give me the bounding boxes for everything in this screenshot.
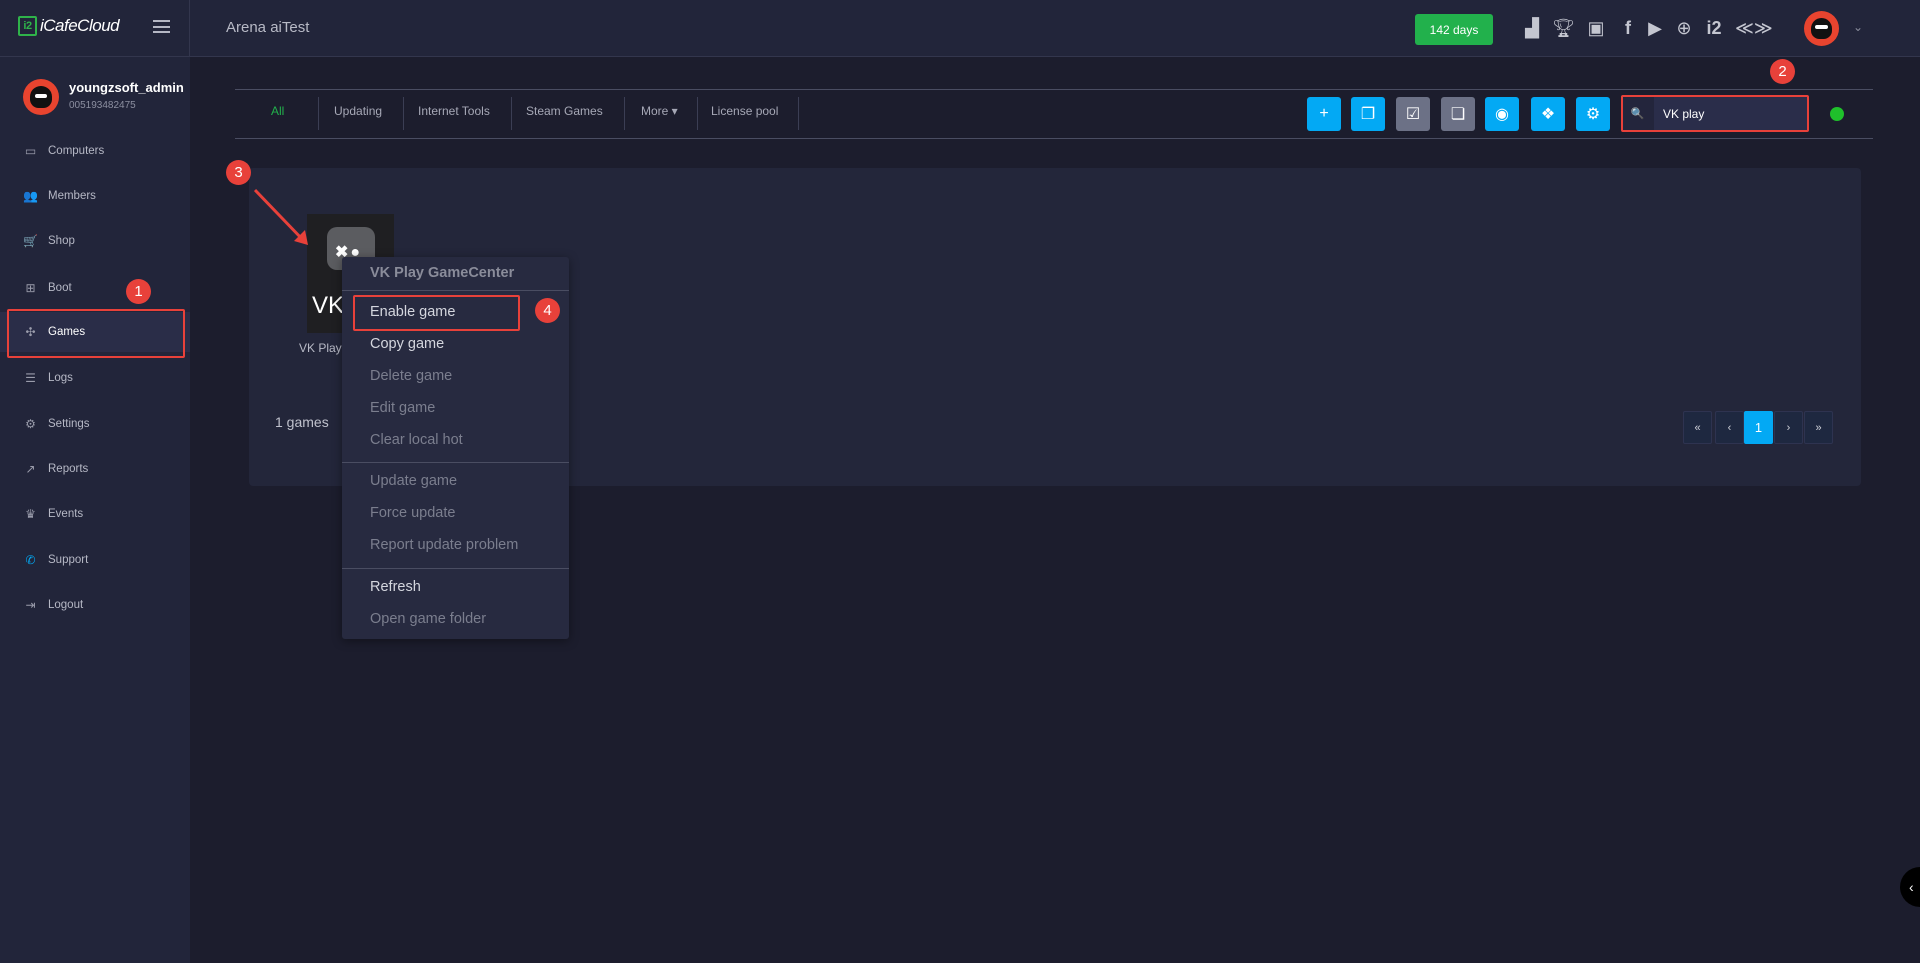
license-days-button[interactable]: 142 days [1415, 14, 1493, 45]
sidebar-item-support[interactable]: ✆ Support [0, 540, 190, 580]
layout-button[interactable]: ❖ [1531, 97, 1565, 131]
divider [189, 0, 190, 57]
chevron-down-icon[interactable]: ⌄ [1853, 20, 1863, 34]
app-logo[interactable]: i2 iCafeCloud [18, 16, 120, 36]
sidebar-item-reports[interactable]: ↗ Reports [0, 449, 190, 489]
tab-steam-games[interactable]: Steam Games [526, 104, 603, 118]
monitor-icon: ▭ [24, 144, 37, 158]
menu-item-delete-game[interactable]: Delete game [370, 368, 452, 384]
page-1-button[interactable]: 1 [1744, 411, 1773, 444]
sidebar-item-label: Support [48, 554, 89, 566]
menu-item-copy-game[interactable]: Copy game [370, 336, 444, 352]
tab-separator [697, 97, 698, 130]
page-last-button[interactable]: » [1804, 411, 1833, 444]
sidebar-item-label: Computers [48, 145, 105, 157]
sidebar-item-label: Settings [48, 418, 90, 430]
facebook-icon[interactable]: f [1617, 16, 1639, 40]
games-count: 1 games [275, 414, 329, 430]
annotation-box-search [1621, 95, 1809, 132]
trophy-icon[interactable]: 🏆︎ [1552, 16, 1575, 40]
sidebar-item-label: Events [48, 508, 84, 520]
users-icon: 👥 [23, 189, 38, 203]
tile-text: VK [312, 292, 345, 319]
tab-separator [511, 97, 512, 130]
sidebar-item-computers[interactable]: ▭ Computers [0, 131, 190, 171]
annotation-badge-2: 2 [1770, 59, 1795, 84]
cart-icon: 🛒 [23, 234, 38, 248]
tab-more[interactable]: More ▾ [641, 104, 678, 118]
tab-separator [403, 97, 404, 130]
leaderboard-icon[interactable]: ▟ [1521, 16, 1543, 40]
user-id: 005193482475 [69, 100, 136, 111]
windows-icon: ⊞ [25, 281, 36, 295]
logo-mark: i2 [18, 16, 37, 36]
gear-icon: ⚙ [25, 417, 36, 431]
divider [235, 138, 1873, 139]
tab-separator [624, 97, 625, 130]
sidebar-item-logs[interactable]: ☰ Logs [0, 358, 190, 398]
menu-item-edit-game[interactable]: Edit game [370, 400, 435, 416]
sidebar-item-label: Logs [48, 372, 73, 384]
copy-button[interactable]: ❐ [1351, 97, 1385, 131]
sidebar-item-shop[interactable]: 🛒 Shop [0, 221, 190, 261]
sidebar-item-label: Shop [48, 235, 75, 247]
brand-icon[interactable]: ≪≫ [1735, 16, 1773, 40]
phone-icon: ✆ [25, 553, 36, 567]
menu-item-update-game[interactable]: Update game [370, 473, 457, 489]
divider [235, 89, 1873, 90]
logo-text: iCafeCloud [40, 16, 120, 35]
select-all-button[interactable]: ☑ [1396, 97, 1430, 131]
discord-icon[interactable]: ▣ [1585, 16, 1607, 40]
tab-all[interactable]: All [271, 104, 284, 118]
deselect-button[interactable]: ❏ [1441, 97, 1475, 131]
sidebar-item-settings[interactable]: ⚙ Settings [0, 404, 190, 444]
add-game-button[interactable]: + [1307, 97, 1341, 131]
view-button[interactable]: ◉ [1485, 97, 1519, 131]
globe-icon[interactable] [1830, 107, 1844, 121]
annotation-badge-3: 3 [226, 160, 251, 185]
tab-license-pool[interactable]: License pool [711, 104, 778, 118]
menu-item-clear-local-hot[interactable]: Clear local hot [370, 432, 463, 448]
account-avatar[interactable] [1804, 11, 1839, 46]
menu-toggle-icon[interactable] [153, 20, 170, 33]
logout-icon: ⇥ [25, 598, 36, 612]
sidebar-item-members[interactable]: 👥 Members [0, 176, 190, 216]
settings-button[interactable]: ⚙ [1576, 97, 1610, 131]
menu-item-refresh[interactable]: Refresh [370, 579, 421, 595]
menu-item-report-update-problem[interactable]: Report update problem [370, 537, 518, 553]
annotation-arrow [253, 188, 308, 245]
annotation-badge-1: 1 [126, 279, 151, 304]
annotation-box-enable [353, 295, 520, 331]
crown-icon: ♛ [25, 507, 36, 521]
sidebar-item-label: Boot [48, 282, 72, 294]
page-title: Arena aiTest [226, 19, 310, 36]
annotation-badge-4: 4 [535, 298, 560, 323]
sidebar-item-label: Reports [48, 463, 89, 475]
game-name: VK Play [299, 341, 342, 355]
user-name: youngzsoft_admin [69, 80, 184, 95]
chart-icon: ↗ [25, 462, 36, 476]
page-prev-button[interactable]: ‹ [1715, 411, 1744, 444]
annotation-box-games [7, 309, 185, 358]
side-panel-toggle-icon[interactable]: ‹ [1900, 867, 1920, 907]
page-first-button[interactable]: « [1683, 411, 1712, 444]
sidebar-item-label: Logout [48, 599, 84, 611]
menu-item-open-game-folder[interactable]: Open game folder [370, 611, 486, 627]
user-avatar [23, 79, 59, 115]
sidebar-item-events[interactable]: ♛ Events [0, 494, 190, 534]
sidebar-item-label: Members [48, 190, 96, 202]
tab-updating[interactable]: Updating [334, 104, 382, 118]
sidebar-item-boot[interactable]: ⊞ Boot [0, 268, 190, 308]
youtube-icon[interactable]: ▶ [1644, 16, 1666, 40]
globe-icon[interactable]: ⊕ [1673, 16, 1695, 40]
list-icon: ☰ [25, 371, 36, 385]
tab-internet-tools[interactable]: Internet Tools [418, 104, 490, 118]
tab-separator [798, 97, 799, 130]
icafe-icon[interactable]: i2 [1703, 16, 1725, 40]
context-menu-title: VK Play GameCenter [370, 265, 515, 281]
menu-item-force-update[interactable]: Force update [370, 505, 455, 521]
sidebar-item-logout[interactable]: ⇥ Logout [0, 585, 190, 625]
tab-separator [318, 97, 319, 130]
page-next-button[interactable]: › [1774, 411, 1803, 444]
